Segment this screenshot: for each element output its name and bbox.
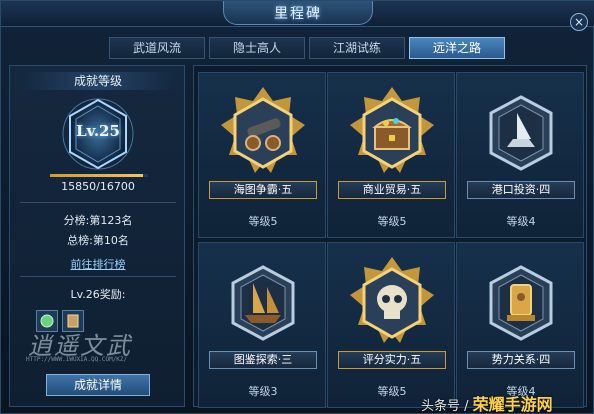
tab-bar: 武道风流 隐士高人 江湖试练 远洋之路 xyxy=(109,37,505,59)
achievement-name: 商业贸易·五 xyxy=(338,181,446,199)
watermark-logo: 逍遥文武 HTTP://WWW.IWUXIA.QQ.COM/KZ/ xyxy=(22,326,172,370)
divider xyxy=(20,202,176,203)
golden-statue-icon xyxy=(489,265,553,341)
achievement-name: 港口投资·四 xyxy=(467,181,575,199)
achievement-level: 等级5 xyxy=(377,215,407,228)
junk-ship-icon xyxy=(231,265,295,341)
achievement-card[interactable]: 商业贸易·五 等级5 xyxy=(327,72,455,238)
achievement-name: 海图争霸·五 xyxy=(209,181,317,199)
cannon-icon xyxy=(221,87,305,173)
achievement-card[interactable]: 评分实力·五 等级5 xyxy=(327,242,455,408)
tab-wudao[interactable]: 武道风流 xyxy=(109,37,205,59)
tab-ocean[interactable]: 远洋之路 xyxy=(409,37,505,59)
achievement-name: 势力关系·四 xyxy=(467,351,575,369)
achievement-level-panel: 成就等级 Lv.25 15850/16700 分榜:第123名 总榜:第10名 … xyxy=(9,65,185,407)
exp-text: 15850/16700 xyxy=(61,180,135,193)
tab-trial[interactable]: 江湖试练 xyxy=(309,37,405,59)
tab-hermit[interactable]: 隐士高人 xyxy=(209,37,305,59)
footer-watermark: 头条号 / 荣耀手游网 xyxy=(421,391,591,414)
reward-title: Lv.26奖励: xyxy=(70,288,126,301)
achievement-card[interactable]: 图鉴探索·三 等级3 xyxy=(198,242,326,408)
skull-icon xyxy=(350,257,434,343)
achievement-grid: 海图争霸·五 等级5 商业贸易·五 等级5 港口投资·四 等级4 图鉴探索·三 … xyxy=(193,65,587,408)
close-button[interactable]: × xyxy=(570,13,588,31)
level-badge: Lv.25 xyxy=(60,96,136,172)
exp-progress-bar xyxy=(50,174,148,177)
achievement-card[interactable]: 港口投资·四 等级4 xyxy=(456,72,584,238)
sub-rank: 分榜:第123名 xyxy=(63,214,133,227)
achievement-card[interactable]: 海图争霸·五 等级5 xyxy=(198,72,326,238)
achievement-level: 等级5 xyxy=(248,215,278,228)
treasure-chest-icon xyxy=(350,87,434,173)
watermark-url: HTTP://WWW.IWUXIA.QQ.COM/KZ/ xyxy=(26,356,128,363)
achievement-level: 等级4 xyxy=(506,215,536,228)
achievement-name: 评分实力·五 xyxy=(338,351,446,369)
achievement-level: 等级3 xyxy=(248,385,278,398)
divider xyxy=(20,276,176,277)
exp-progress-fill xyxy=(50,174,143,177)
level-value: Lv.25 xyxy=(76,122,120,140)
window-title: 里程碑 xyxy=(223,1,373,25)
ship-icon xyxy=(489,95,553,171)
achievement-name: 图鉴探索·三 xyxy=(209,351,317,369)
achievement-card[interactable]: 势力关系·四 等级4 xyxy=(456,242,584,408)
milestone-window: 里程碑 × 武道风流 隐士高人 江湖试练 远洋之路 成就等级 Lv.25 158… xyxy=(0,0,594,414)
total-rank: 总榜:第10名 xyxy=(67,234,129,247)
close-icon: × xyxy=(573,15,585,29)
footer-brand: 荣耀手游网 xyxy=(472,395,553,414)
footer-text: 头条号 / xyxy=(421,399,469,414)
rank-link[interactable]: 前往排行榜 xyxy=(10,256,186,272)
panel-title: 成就等级 xyxy=(20,72,176,90)
achievement-detail-button[interactable]: 成就详情 xyxy=(46,374,150,396)
